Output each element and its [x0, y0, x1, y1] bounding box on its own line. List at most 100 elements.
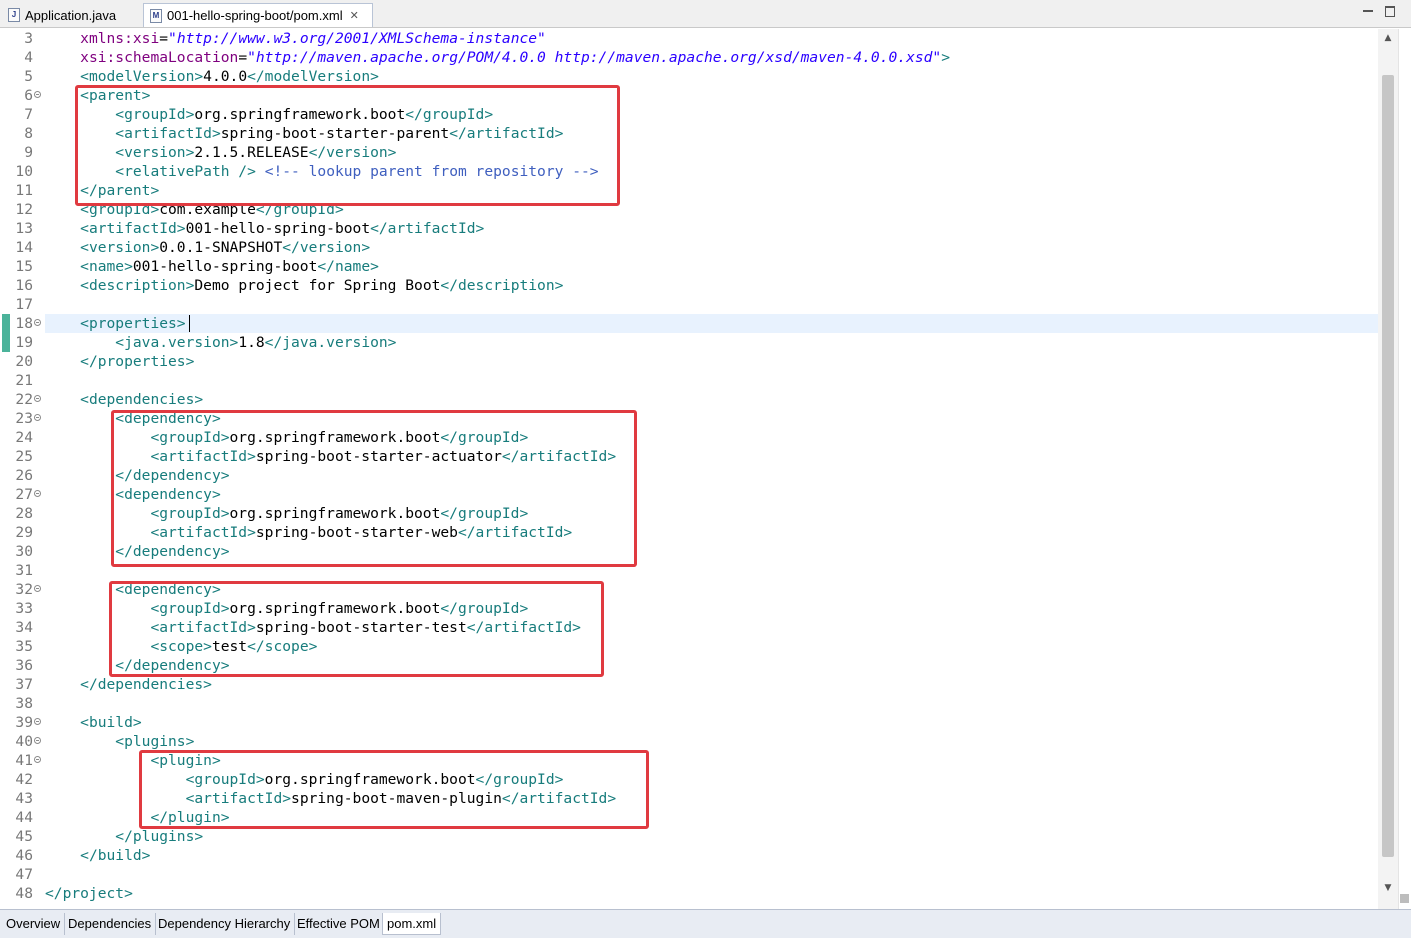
xml-string: "http://www.w3.org/2001/XMLSchema-instan…	[168, 30, 546, 47]
code-text: <scope>test</scope>	[45, 637, 317, 656]
xml-string: "http://maven.apache.org/POM/4.0.0 http:…	[247, 49, 942, 66]
tab-overview[interactable]: Overview	[2, 913, 66, 935]
code-text: </plugins>	[45, 827, 203, 846]
ruler-marker[interactable]	[1400, 894, 1409, 903]
code-line[interactable]: 21	[0, 371, 1378, 390]
code-line[interactable]: 12 <groupId>com.example</groupId>	[0, 200, 1378, 219]
code-line[interactable]: 43 <artifactId>spring-boot-maven-plugin<…	[0, 789, 1378, 808]
xml-tag: </java.version>	[264, 334, 397, 351]
code-line[interactable]: 23 <dependency>	[0, 409, 1378, 428]
line-number: 8	[24, 125, 33, 142]
xml-source-editor[interactable]: 3 xmlns:xsi="http://www.w3.org/2001/XMLS…	[0, 29, 1378, 909]
code-line[interactable]: 47	[0, 865, 1378, 884]
code-line[interactable]: 17	[0, 295, 1378, 314]
xml-tag: </artifactId>	[449, 125, 564, 142]
code-line[interactable]: 42 <groupId>org.springframework.boot</gr…	[0, 770, 1378, 789]
code-line[interactable]: 20 </properties>	[0, 352, 1378, 371]
code-line[interactable]: 7 <groupId>org.springframework.boot</gro…	[0, 105, 1378, 124]
code-line[interactable]: 15 <name>001-hello-spring-boot</name>	[0, 257, 1378, 276]
tab-dependencies[interactable]: Dependencies	[64, 913, 157, 935]
code-line[interactable]: 11 </parent>	[0, 181, 1378, 200]
code-line[interactable]: 39 <build>	[0, 713, 1378, 732]
code-line[interactable]: 29 <artifactId>spring-boot-starter-web</…	[0, 523, 1378, 542]
xml-text: 1.8	[238, 334, 265, 351]
xml-tag: </groupId>	[440, 429, 529, 446]
code-line[interactable]: 48 </project>	[0, 884, 1378, 903]
maximize-icon[interactable]	[1383, 4, 1397, 18]
fold-collapse-icon[interactable]	[34, 718, 41, 725]
code-text: <artifactId>001-hello-spring-boot</artif…	[45, 219, 484, 238]
minimize-icon[interactable]	[1361, 4, 1375, 18]
code-line[interactable]: 35 <scope>test</scope>	[0, 637, 1378, 656]
code-line[interactable]: 32 <dependency>	[0, 580, 1378, 599]
code-line[interactable]: 46 </build>	[0, 846, 1378, 865]
tab-pom-xml[interactable]: M 001-hello-spring-boot/pom.xml ✕	[143, 3, 373, 27]
xml-tag: </groupId>	[405, 106, 494, 123]
xml-text: org.springframework.boot	[229, 505, 441, 522]
code-line[interactable]: 37 </dependencies>	[0, 675, 1378, 694]
line-number: 26	[15, 467, 33, 484]
tab-pom-xml-source[interactable]: pom.xml	[382, 913, 442, 935]
scroll-thumb[interactable]	[1382, 75, 1394, 857]
fold-collapse-icon[interactable]	[34, 91, 41, 98]
code-line[interactable]: 16 <description>Demo project for Spring …	[0, 276, 1378, 295]
scroll-down-icon[interactable]: ▼	[1378, 879, 1398, 897]
xml-tag: <plugins>	[115, 733, 195, 750]
code-line[interactable]: 6 <parent>	[0, 86, 1378, 105]
code-text: <dependency>	[45, 409, 220, 428]
code-line[interactable]: 3 xmlns:xsi="http://www.w3.org/2001/XMLS…	[0, 29, 1378, 48]
code-line[interactable]: 45 </plugins>	[0, 827, 1378, 846]
code-line[interactable]: 5 <modelVersion>4.0.0</modelVersion>	[0, 67, 1378, 86]
code-line[interactable]: 38	[0, 694, 1378, 713]
code-text: <artifactId>spring-boot-starter-parent</…	[45, 124, 563, 143]
code-line[interactable]: 33 <groupId>org.springframework.boot</gr…	[0, 599, 1378, 618]
code-line[interactable]: 31	[0, 561, 1378, 580]
code-line[interactable]: 24 <groupId>org.springframework.boot</gr…	[0, 428, 1378, 447]
code-line[interactable]: 44 </plugin>	[0, 808, 1378, 827]
tab-effective-pom[interactable]: Effective POM	[293, 913, 385, 935]
code-line[interactable]: 9 <version>2.1.5.RELEASE</version>	[0, 143, 1378, 162]
line-number: 47	[15, 866, 33, 883]
fold-collapse-icon[interactable]	[34, 737, 41, 744]
code-line[interactable]: 22 <dependencies>	[0, 390, 1378, 409]
overview-ruler	[1398, 29, 1411, 909]
code-line[interactable]: 36 </dependency>	[0, 656, 1378, 675]
code-line[interactable]: 14 <version>0.0.1-SNAPSHOT</version>	[0, 238, 1378, 257]
line-number: 32	[15, 581, 33, 598]
code-line[interactable]: 34 <artifactId>spring-boot-starter-test<…	[0, 618, 1378, 637]
code-text: <build>	[45, 713, 142, 732]
code-line[interactable]: 26 </dependency>	[0, 466, 1378, 485]
code-line[interactable]: 40 <plugins>	[0, 732, 1378, 751]
code-line[interactable]: 10 <relativePath /> <!-- lookup parent f…	[0, 162, 1378, 181]
xml-tag: <artifactId>	[150, 524, 256, 541]
tab-application-java[interactable]: J Application.java	[2, 3, 140, 27]
scroll-up-icon[interactable]: ▲	[1378, 29, 1398, 47]
code-line[interactable]: 30 </dependency>	[0, 542, 1378, 561]
fold-collapse-icon[interactable]	[34, 585, 41, 592]
code-line[interactable]: 19 <java.version>1.8</java.version>	[0, 333, 1378, 352]
code-line[interactable]: 28 <groupId>org.springframework.boot</gr…	[0, 504, 1378, 523]
fold-collapse-icon[interactable]	[34, 414, 41, 421]
line-number: 5	[24, 68, 33, 85]
code-line[interactable]: 4 xsi:schemaLocation="http://maven.apach…	[0, 48, 1378, 67]
fold-collapse-icon[interactable]	[34, 756, 41, 763]
code-line[interactable]: 41 <plugin>	[0, 751, 1378, 770]
code-line[interactable]: 13 <artifactId>001-hello-spring-boot</ar…	[0, 219, 1378, 238]
fold-collapse-icon[interactable]	[34, 490, 41, 497]
xml-text: 4.0.0	[203, 68, 248, 85]
code-text: <groupId>org.springframework.boot</group…	[45, 428, 528, 447]
code-line[interactable]: 18 <properties>	[0, 314, 1378, 333]
tab-dependency-hierarchy[interactable]: Dependency Hierarchy	[154, 913, 296, 935]
line-number: 48	[15, 885, 33, 902]
vertical-scrollbar[interactable]: ▲ ▼	[1378, 29, 1398, 909]
code-line[interactable]: 8 <artifactId>spring-boot-starter-parent…	[0, 124, 1378, 143]
code-line[interactable]: 25 <artifactId>spring-boot-starter-actua…	[0, 447, 1378, 466]
close-icon[interactable]: ✕	[350, 9, 359, 22]
fold-collapse-icon[interactable]	[34, 319, 41, 326]
fold-collapse-icon[interactable]	[34, 395, 41, 402]
code-line[interactable]: 27 <dependency>	[0, 485, 1378, 504]
